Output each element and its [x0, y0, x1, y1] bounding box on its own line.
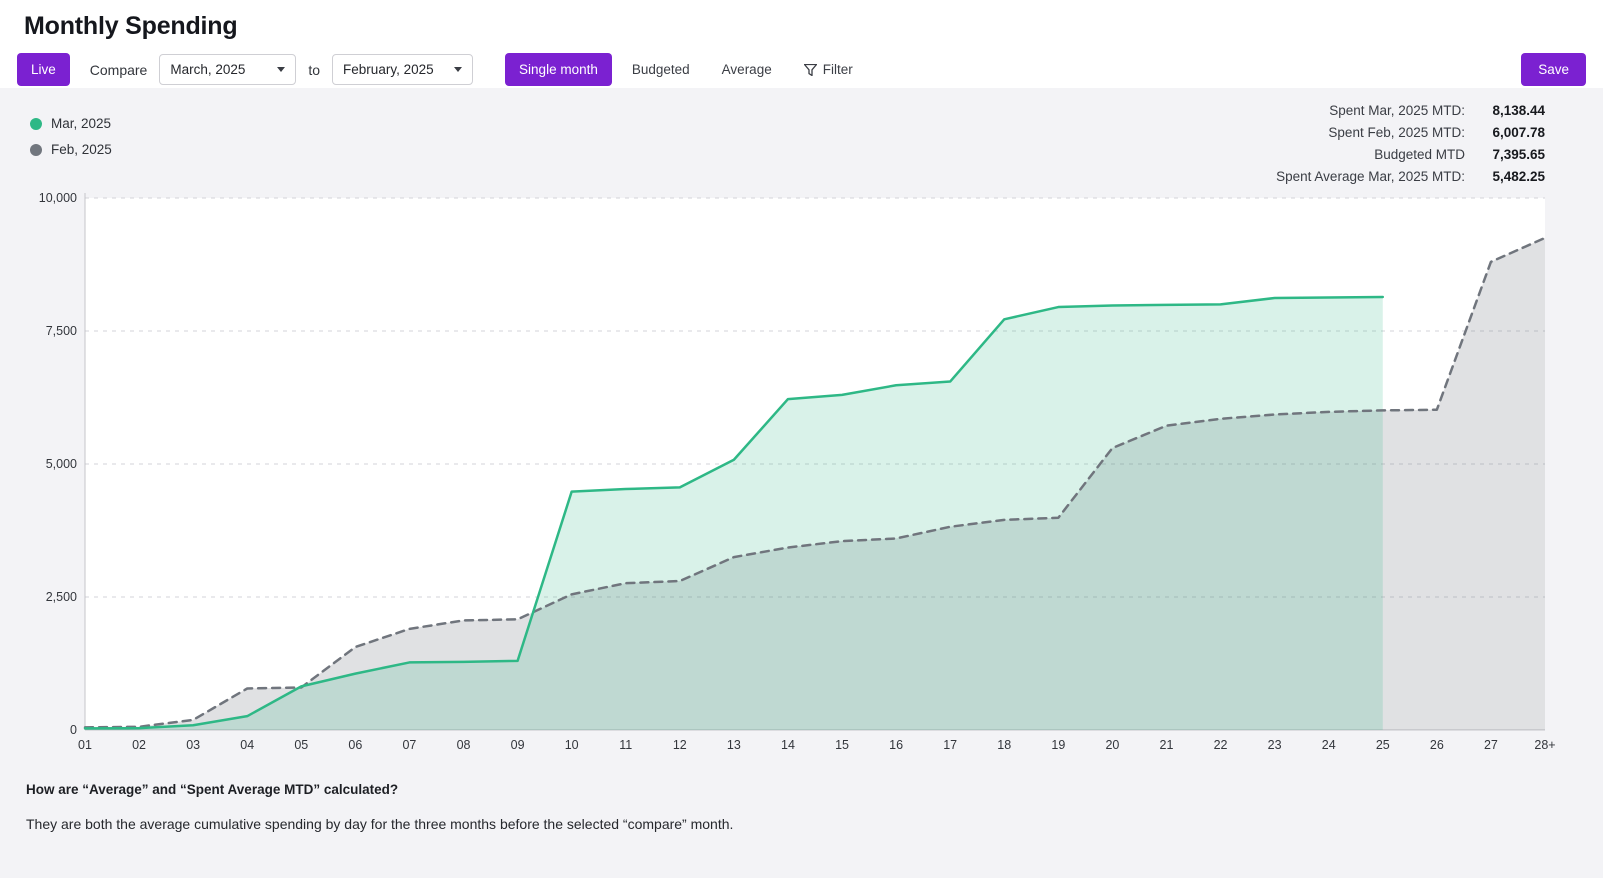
to-label: to: [308, 62, 320, 78]
stat-label: Spent Feb, 2025 MTD:: [1328, 125, 1465, 140]
compare-month-from-value: March, 2025: [170, 62, 245, 77]
svg-text:25: 25: [1376, 738, 1390, 752]
svg-text:05: 05: [294, 738, 308, 752]
stat-row: Budgeted MTD 7,395.65: [1276, 147, 1545, 162]
stat-value: 6,007.78: [1471, 125, 1545, 140]
svg-text:19: 19: [1051, 738, 1065, 752]
filter-button[interactable]: Filter: [798, 53, 859, 86]
svg-text:16: 16: [889, 738, 903, 752]
stats-block: Spent Mar, 2025 MTD: 8,138.44 Spent Feb,…: [1276, 103, 1545, 191]
svg-text:15: 15: [835, 738, 849, 752]
legend-item-mar: Mar, 2025: [30, 116, 112, 131]
svg-text:27: 27: [1484, 738, 1498, 752]
svg-text:12: 12: [673, 738, 687, 752]
svg-text:14: 14: [781, 738, 795, 752]
svg-text:18: 18: [997, 738, 1011, 752]
stat-label: Spent Mar, 2025 MTD:: [1329, 103, 1465, 118]
filter-label: Filter: [823, 62, 853, 77]
svg-text:08: 08: [457, 738, 471, 752]
budgeted-button[interactable]: Budgeted: [626, 53, 696, 86]
svg-text:03: 03: [186, 738, 200, 752]
chart-legend: Mar, 2025 Feb, 2025: [30, 116, 112, 168]
stat-label: Budgeted MTD: [1374, 147, 1465, 162]
svg-text:02: 02: [132, 738, 146, 752]
save-button[interactable]: Save: [1521, 53, 1586, 86]
svg-text:10,000: 10,000: [39, 191, 77, 205]
svg-text:5,000: 5,000: [46, 457, 77, 471]
svg-text:11: 11: [619, 738, 632, 752]
svg-text:10: 10: [565, 738, 579, 752]
filter-icon: [804, 64, 817, 76]
page-header: Monthly Spending: [0, 0, 1603, 41]
page-title: Monthly Spending: [24, 12, 1586, 41]
footnote-answer: They are both the average cumulative spe…: [26, 816, 733, 832]
svg-text:21: 21: [1160, 738, 1174, 752]
stat-label: Spent Average Mar, 2025 MTD:: [1276, 169, 1465, 184]
chart-panel: Mar, 2025 Feb, 2025 Spent Mar, 2025 MTD:…: [0, 88, 1603, 878]
svg-text:0: 0: [70, 723, 77, 737]
stat-value: 8,138.44: [1471, 103, 1545, 118]
spending-chart[interactable]: 0 2,500 5,000 7,500 10,000 01 02 03 04 05 06 07 08 09…: [0, 188, 1603, 764]
legend-dot-mar: [30, 118, 42, 130]
svg-text:07: 07: [402, 738, 416, 752]
compare-month-from-select[interactable]: March, 2025: [159, 54, 296, 85]
svg-text:20: 20: [1105, 738, 1119, 752]
svg-text:2,500: 2,500: [46, 590, 77, 604]
svg-text:23: 23: [1268, 738, 1282, 752]
live-button[interactable]: Live: [17, 53, 70, 86]
stat-row: Spent Mar, 2025 MTD: 8,138.44: [1276, 103, 1545, 118]
svg-text:06: 06: [348, 738, 362, 752]
compare-month-to-value: February, 2025: [343, 62, 434, 77]
svg-text:17: 17: [943, 738, 957, 752]
stat-row: Spent Average Mar, 2025 MTD: 5,482.25: [1276, 169, 1545, 184]
chevron-down-icon: [454, 67, 462, 72]
chevron-down-icon: [277, 67, 285, 72]
svg-text:22: 22: [1214, 738, 1228, 752]
compare-month-to-select[interactable]: February, 2025: [332, 54, 473, 85]
svg-text:7,500: 7,500: [46, 324, 77, 338]
stat-value: 5,482.25: [1471, 169, 1545, 184]
footnote-question: How are “Average” and “Spent Average MTD…: [26, 782, 733, 797]
compare-label: Compare: [90, 62, 148, 78]
svg-text:26: 26: [1430, 738, 1444, 752]
legend-dot-feb: [30, 144, 42, 156]
legend-label-feb: Feb, 2025: [51, 142, 112, 157]
app: { "header": { "title": "Monthly Spending…: [0, 0, 1603, 878]
svg-text:24: 24: [1322, 738, 1336, 752]
svg-text:04: 04: [240, 738, 254, 752]
chart-footnote: How are “Average” and “Spent Average MTD…: [26, 782, 733, 832]
svg-text:28+: 28+: [1534, 738, 1555, 752]
svg-text:01: 01: [78, 738, 92, 752]
stat-row: Spent Feb, 2025 MTD: 6,007.78: [1276, 125, 1545, 140]
legend-item-feb: Feb, 2025: [30, 142, 112, 157]
legend-label-mar: Mar, 2025: [51, 116, 111, 131]
average-button[interactable]: Average: [716, 53, 778, 86]
stat-value: 7,395.65: [1471, 147, 1545, 162]
single-month-button[interactable]: Single month: [505, 53, 612, 86]
svg-text:13: 13: [727, 738, 741, 752]
svg-text:09: 09: [511, 738, 525, 752]
